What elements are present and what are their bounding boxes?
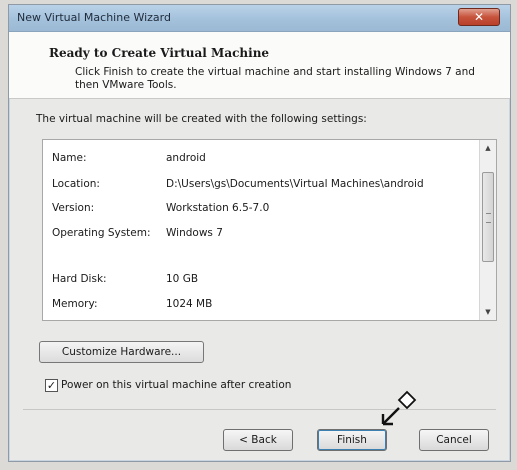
- page-title: Ready to Create Virtual Machine: [49, 46, 270, 60]
- close-button[interactable]: ✕: [458, 8, 500, 26]
- wizard-window: New Virtual Machine Wizard ✕ Ready to Cr…: [8, 4, 511, 462]
- footer-divider: [23, 409, 496, 410]
- settings-scrollbar[interactable]: ▲ ▼: [479, 140, 496, 320]
- settings-label: Name:: [52, 152, 87, 164]
- settings-label: Memory:: [52, 298, 98, 310]
- close-icon: ✕: [473, 10, 485, 24]
- title-bar[interactable]: New Virtual Machine Wizard ✕: [9, 5, 510, 32]
- settings-label: Hard Disk:: [52, 273, 107, 285]
- settings-value: 10 GB: [166, 273, 199, 285]
- pointer-cursor-icon: [381, 390, 417, 426]
- settings-intro: The virtual machine will be created with…: [36, 113, 367, 125]
- back-button[interactable]: < Back: [223, 429, 293, 451]
- finish-button[interactable]: Finish: [317, 429, 387, 451]
- settings-value: 1024 MB: [166, 298, 213, 310]
- cancel-button[interactable]: Cancel: [419, 429, 489, 451]
- wizard-header: Ready to Create Virtual Machine Click Fi…: [9, 32, 510, 99]
- scroll-up-icon[interactable]: ▲: [480, 140, 496, 156]
- page-description: Click Finish to create the virtual machi…: [75, 66, 475, 91]
- grip-icon: [486, 213, 491, 223]
- settings-value: Workstation 6.5-7.0: [166, 202, 270, 214]
- scroll-down-icon[interactable]: ▼: [480, 304, 496, 320]
- settings-label: Operating System:: [52, 227, 151, 239]
- settings-list: Name: android Location: D:\Users\gs\Docu…: [42, 139, 497, 321]
- customize-hardware-button[interactable]: Customize Hardware...: [39, 341, 204, 363]
- scroll-thumb[interactable]: [482, 172, 494, 262]
- power-on-label[interactable]: Power on this virtual machine after crea…: [61, 379, 291, 391]
- settings-value: Windows 7: [166, 227, 223, 239]
- settings-label: Location:: [52, 178, 100, 190]
- window-title: New Virtual Machine Wizard: [17, 11, 171, 24]
- power-on-checkbox[interactable]: ✓: [45, 379, 58, 392]
- settings-value: D:\Users\gs\Documents\Virtual Machines\a…: [166, 178, 424, 190]
- settings-label: Version:: [52, 202, 95, 214]
- settings-value: android: [166, 152, 206, 164]
